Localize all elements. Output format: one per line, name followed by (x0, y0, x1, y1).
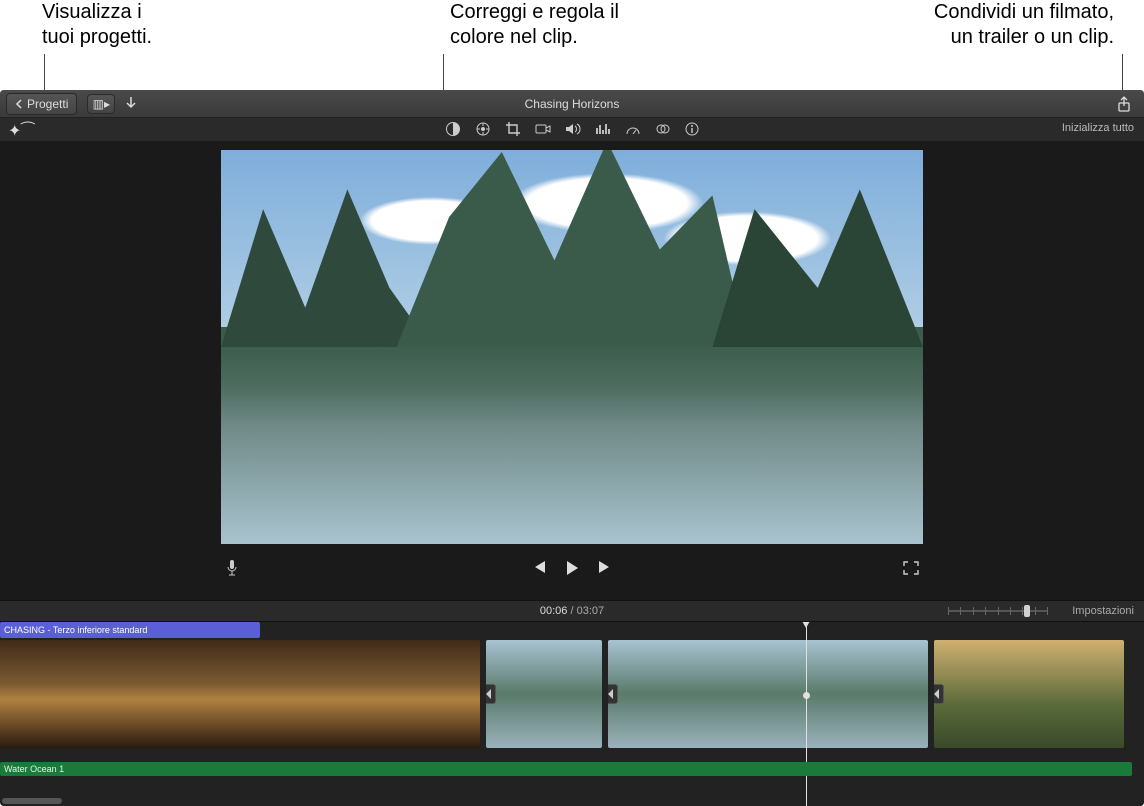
layout-toggle-button[interactable]: ▥▸ (87, 94, 115, 114)
crop-button[interactable] (505, 121, 521, 137)
clip-3-lake[interactable] (608, 640, 928, 748)
time-row: 00:06 / 03:07 Impostazioni (0, 600, 1144, 622)
timeline-settings-button[interactable]: Impostazioni (1072, 605, 1134, 617)
callout-projects: Visualizza i tuoi progetti. (42, 0, 152, 50)
adjustments-bar: ✦⁀ Inizializza tutto (0, 118, 1144, 142)
imovie-window: Progetti ▥▸ Chasing Horizons ✦⁀ (0, 90, 1144, 806)
color-balance-icon (445, 121, 461, 137)
timeline-scrollbar[interactable] (2, 798, 62, 804)
magic-wand-button[interactable]: ✦⁀ (8, 121, 34, 141)
viewer-preview (221, 150, 923, 544)
clip-4-wall[interactable] (934, 640, 1124, 748)
annotation-callouts: Visualizza i tuoi progetti. Correggi e r… (0, 0, 1144, 90)
projects-button[interactable]: Progetti (6, 93, 77, 115)
gauge-icon (625, 122, 641, 136)
play-button[interactable] (565, 560, 579, 576)
callout-color: Correggi e regola il colore nel clip. (450, 0, 619, 50)
callout-line (1122, 54, 1123, 94)
info-icon (685, 122, 699, 136)
adjust-tools (445, 121, 699, 137)
skip-back-icon (531, 560, 547, 574)
titlebar: Progetti ▥▸ Chasing Horizons (0, 90, 1144, 118)
stabilize-button[interactable] (535, 122, 551, 136)
color-wheel-icon (475, 121, 491, 137)
time-total: 03:07 (577, 605, 605, 617)
transition-icon[interactable] (608, 684, 618, 704)
skip-forward-icon (597, 560, 613, 574)
volume-button[interactable] (565, 122, 581, 136)
fullscreen-button[interactable] (903, 561, 919, 575)
eq-button[interactable] (595, 122, 611, 136)
viewer-controls (221, 548, 923, 588)
play-icon (565, 560, 579, 576)
reset-all-button[interactable]: Inizializza tutto (1062, 122, 1134, 134)
time-separator: / (567, 605, 576, 617)
next-button[interactable] (597, 560, 613, 576)
audio-clip[interactable]: Water Ocean 1 (0, 762, 1132, 776)
zoom-knob[interactable] (1024, 605, 1030, 617)
camera-icon (535, 122, 551, 136)
callout-line (44, 54, 45, 94)
chevron-left-icon (15, 99, 23, 109)
playhead-handle[interactable] (803, 692, 810, 699)
time-current: 00:06 (540, 605, 568, 617)
crop-icon (505, 121, 521, 137)
color-balance-button[interactable] (445, 121, 461, 137)
zoom-ticks (948, 607, 1048, 615)
transition-icon[interactable] (486, 684, 496, 704)
project-title: Chasing Horizons (525, 97, 620, 111)
playback-controls (531, 560, 613, 576)
volume-icon (565, 122, 581, 136)
fullscreen-icon (903, 561, 919, 575)
voiceover-button[interactable] (225, 559, 239, 577)
preview-reflection (221, 347, 923, 544)
playhead[interactable] (806, 622, 807, 806)
share-button[interactable] (1114, 94, 1134, 114)
clip-2-lake[interactable] (486, 640, 602, 748)
overlap-circles-icon (655, 122, 671, 136)
share-icon (1117, 96, 1131, 112)
clip-1-sunset[interactable] (0, 640, 480, 748)
timeline[interactable]: CHASING - Terzo inferiore standard Water… (0, 622, 1144, 806)
equalizer-icon (595, 122, 611, 136)
filter-button[interactable] (655, 122, 671, 136)
color-wheel-button[interactable] (475, 121, 491, 137)
import-button[interactable] (125, 97, 137, 111)
download-arrow-icon (125, 97, 137, 111)
callout-share: Condividi un filmato, un trailer o un cl… (934, 0, 1114, 50)
title-clip[interactable]: CHASING - Terzo inferiore standard (0, 622, 260, 638)
layout-icon: ▥▸ (93, 97, 110, 111)
transition-icon[interactable] (934, 684, 944, 704)
timeline-zoom-slider[interactable] (948, 607, 1048, 615)
prev-button[interactable] (531, 560, 547, 576)
magic-wand-icon: ✦⁀ (8, 123, 34, 140)
projects-button-label: Progetti (27, 97, 68, 111)
video-track (0, 640, 1144, 748)
info-button[interactable] (685, 122, 699, 136)
speed-button[interactable] (625, 122, 641, 136)
viewer-panel (0, 142, 1144, 600)
microphone-icon (225, 559, 239, 577)
